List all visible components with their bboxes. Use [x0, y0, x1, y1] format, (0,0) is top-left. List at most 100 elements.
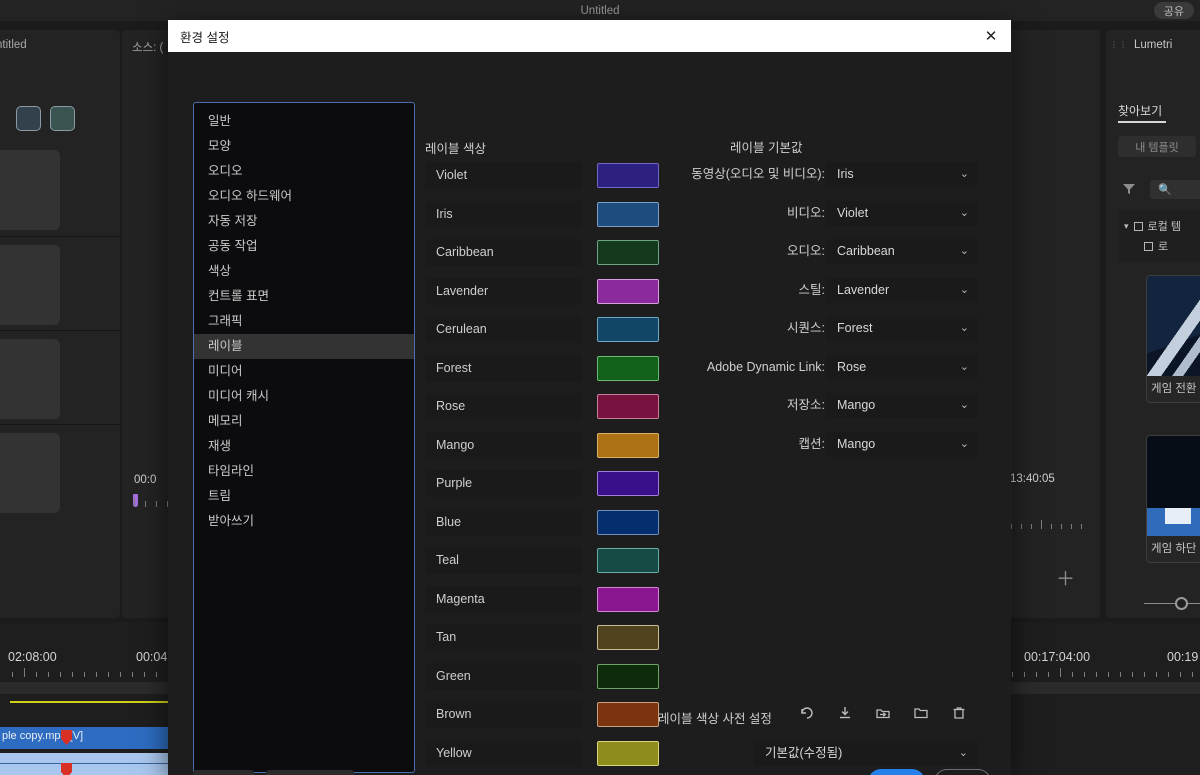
- label-color-name-input[interactable]: Rose: [425, 393, 582, 420]
- category-item[interactable]: 타임라인: [194, 459, 414, 484]
- category-item[interactable]: 미디어: [194, 359, 414, 384]
- label-color-name-input[interactable]: Cerulean: [425, 316, 582, 343]
- my-templates-button[interactable]: 내 템플릿: [1118, 136, 1196, 157]
- label-color-name-input[interactable]: Mango: [425, 431, 582, 459]
- category-item[interactable]: 미디어 캐시: [194, 384, 414, 409]
- reset-button[interactable]: 다시 설정…: [266, 770, 354, 775]
- project-thumbnail[interactable]: [0, 245, 60, 325]
- label-color-swatch[interactable]: [597, 586, 659, 612]
- label-default-select[interactable]: Forest ⌄: [826, 316, 978, 341]
- preferences-dialog[interactable]: 환경 설정 ✕ 일반 모양 오디오 오디오 하드웨어 자동 저장 공동 작업 색상 컨트롤 표…: [168, 20, 1011, 775]
- label-default-select[interactable]: Caribbean ⌄: [826, 239, 978, 264]
- template-tree[interactable]: ▾ 로컬 템 로: [1118, 210, 1200, 262]
- chevron-down-icon[interactable]: ⌄: [960, 432, 969, 457]
- chevron-down-icon[interactable]: ⌄: [960, 201, 969, 226]
- label-colors-list[interactable]: Violet Iris Caribbean Lavender Cerulean Fores…: [425, 162, 659, 775]
- help-button[interactable]: 도움말: [193, 770, 254, 775]
- timeline-clip[interactable]: ple copy.mp4 [V]: [0, 727, 180, 749]
- chevron-down-icon[interactable]: ▾: [1124, 221, 1129, 232]
- label-color-name-input[interactable]: Violet: [425, 162, 582, 189]
- project-thumbnail[interactable]: [0, 433, 60, 513]
- label-default-select[interactable]: Rose ⌄: [826, 354, 978, 380]
- label-color-name-input[interactable]: Purple: [425, 470, 582, 497]
- chevron-down-icon[interactable]: ⌄: [960, 393, 969, 418]
- category-list[interactable]: 일반 모양 오디오 오디오 하드웨어 자동 저장 공동 작업 색상 컨트롤 표면 그래픽 레이블 미…: [193, 102, 415, 773]
- label-color-name-input[interactable]: Tan: [425, 624, 582, 651]
- search-input[interactable]: 🔍: [1150, 180, 1200, 199]
- close-icon[interactable]: ✕: [979, 24, 1003, 48]
- label-color-swatch[interactable]: [597, 625, 659, 650]
- add-icon[interactable]: ＋: [1056, 570, 1075, 589]
- label-defaults-list[interactable]: 동영상(오디오 및 비디오): Iris ⌄ 비디오: Violet ⌄ 오디오: Carib…: [668, 162, 988, 470]
- label-color-name-input[interactable]: Yellow: [425, 739, 582, 767]
- label-color-swatch[interactable]: [597, 548, 659, 573]
- media-card[interactable]: 게임 전환: [1146, 275, 1200, 403]
- chevron-down-icon[interactable]: ⌄: [959, 740, 968, 766]
- media-card[interactable]: 게임 하단 1/: [1146, 435, 1200, 563]
- category-item[interactable]: 받아쓰기: [194, 509, 414, 534]
- checkbox[interactable]: [1144, 241, 1153, 251]
- share-button[interactable]: 공유: [1153, 2, 1194, 19]
- checkbox[interactable]: [1133, 221, 1143, 231]
- project-thumbnail[interactable]: [0, 150, 60, 230]
- category-item[interactable]: 일반: [194, 109, 414, 134]
- label-color-name-input[interactable]: Forest: [425, 354, 582, 382]
- filter-icon[interactable]: [1122, 182, 1136, 201]
- timeline-audio-clip[interactable]: [0, 753, 180, 775]
- label-color-name-input[interactable]: Caribbean: [425, 239, 582, 266]
- preset-select[interactable]: 기본값(수정됨) ⌄: [753, 740, 978, 766]
- category-item[interactable]: 컨트롤 표면: [194, 284, 414, 309]
- tab-browse[interactable]: 찾아보기: [1118, 102, 1162, 119]
- label-color-name-input[interactable]: Green: [425, 662, 582, 690]
- zoom-slider[interactable]: [1144, 596, 1200, 612]
- project-thumbnail[interactable]: [0, 339, 60, 419]
- label-color-swatch[interactable]: [597, 471, 659, 496]
- clip-marker-icon[interactable]: [61, 763, 72, 775]
- project-swatch-1[interactable]: [16, 106, 41, 131]
- label-color-swatch[interactable]: [597, 394, 659, 419]
- category-item[interactable]: 색상: [194, 259, 414, 284]
- ok-button[interactable]: 확인: [868, 769, 925, 775]
- label-color-swatch[interactable]: [597, 201, 659, 227]
- chevron-down-icon[interactable]: ⌄: [960, 355, 969, 380]
- trash-icon[interactable]: [950, 704, 968, 722]
- label-color-name-input[interactable]: Teal: [425, 547, 582, 574]
- label-default-select[interactable]: Mango ⌄: [826, 393, 978, 418]
- undo-icon[interactable]: [798, 704, 816, 722]
- label-color-swatch[interactable]: [597, 163, 659, 188]
- tree-item[interactable]: 로: [1144, 238, 1168, 254]
- label-default-select[interactable]: Iris ⌄: [826, 162, 978, 187]
- panel-grip-icon[interactable]: ⋮⋮: [1110, 40, 1128, 49]
- category-item[interactable]: 오디오: [194, 159, 414, 184]
- category-item[interactable]: 메모리: [194, 409, 414, 434]
- chevron-down-icon[interactable]: ⌄: [960, 278, 969, 303]
- label-color-swatch[interactable]: [597, 702, 659, 727]
- label-color-name-input[interactable]: Blue: [425, 508, 582, 536]
- save-icon[interactable]: [836, 704, 854, 722]
- label-color-name-input[interactable]: Lavender: [425, 277, 582, 305]
- label-color-name-input[interactable]: Brown: [425, 701, 582, 728]
- category-item[interactable]: 자동 저장: [194, 209, 414, 234]
- category-item[interactable]: 트림: [194, 484, 414, 509]
- label-color-swatch[interactable]: [597, 509, 659, 535]
- label-color-name-input[interactable]: Magenta: [425, 585, 582, 613]
- tree-item[interactable]: ▾ 로컬 템: [1124, 218, 1181, 234]
- label-default-select[interactable]: Violet ⌄: [826, 200, 978, 226]
- project-swatch-2[interactable]: [50, 106, 75, 131]
- label-default-select[interactable]: Lavender ⌄: [826, 277, 978, 303]
- chevron-down-icon[interactable]: ⌄: [960, 162, 969, 187]
- category-item[interactable]: 재생: [194, 434, 414, 459]
- label-color-swatch[interactable]: [597, 740, 659, 766]
- category-item[interactable]: 오디오 하드웨어: [194, 184, 414, 209]
- lumetri-panel[interactable]: ⋮⋮ Lumetri 찾아보기 내 템플릿 🔍 ▾ 로컬 템 로 게임 전환 게…: [1106, 30, 1200, 618]
- cancel-button[interactable]: 취소: [934, 769, 991, 775]
- category-item[interactable]: 공동 작업: [194, 234, 414, 259]
- project-panel[interactable]: ntitled: [0, 30, 120, 618]
- label-color-name-input[interactable]: Iris: [425, 200, 582, 228]
- category-item[interactable]: 레이블: [194, 334, 414, 359]
- label-color-swatch[interactable]: [597, 278, 659, 304]
- label-color-swatch[interactable]: [597, 663, 659, 689]
- label-color-swatch[interactable]: [597, 355, 659, 381]
- label-default-select[interactable]: Mango ⌄: [826, 431, 978, 457]
- chevron-down-icon[interactable]: ⌄: [960, 239, 969, 264]
